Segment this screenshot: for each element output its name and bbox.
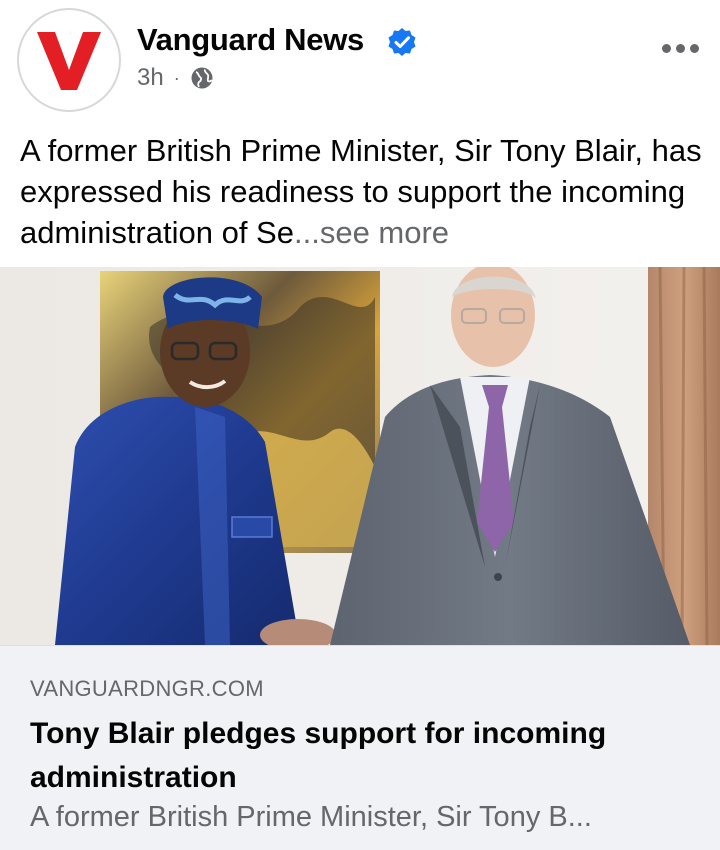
link-domain: VANGUARDNGR.COM xyxy=(30,676,264,701)
handshake-photo xyxy=(0,267,720,645)
globe-icon[interactable] xyxy=(190,66,214,90)
post-time[interactable]: 3h xyxy=(137,64,164,92)
see-more-link[interactable]: ...see more xyxy=(294,215,449,250)
more-dot xyxy=(675,43,685,53)
post-meta: 3h · xyxy=(137,64,214,92)
link-preview-card[interactable]: VANGUARDNGR.COM Tony Blair pledges suppo… xyxy=(0,645,720,850)
page-avatar[interactable] xyxy=(17,8,121,112)
post-header: Vanguard News 3h · xyxy=(0,0,720,120)
more-dot xyxy=(661,43,671,53)
page-name[interactable]: Vanguard News xyxy=(137,22,364,58)
post-photo[interactable] xyxy=(0,267,720,645)
more-dot xyxy=(689,43,699,53)
meta-separator: · xyxy=(173,67,180,88)
verified-badge-icon xyxy=(388,28,416,56)
post-text: A former British Prime Minister, Sir Ton… xyxy=(20,130,710,253)
link-snippet: A former British Prime Minister, Sir Ton… xyxy=(30,801,592,833)
vanguard-logo-icon xyxy=(37,32,101,90)
more-options-icon[interactable] xyxy=(658,36,702,60)
link-headline[interactable]: Tony Blair pledges support for incoming … xyxy=(30,712,690,800)
